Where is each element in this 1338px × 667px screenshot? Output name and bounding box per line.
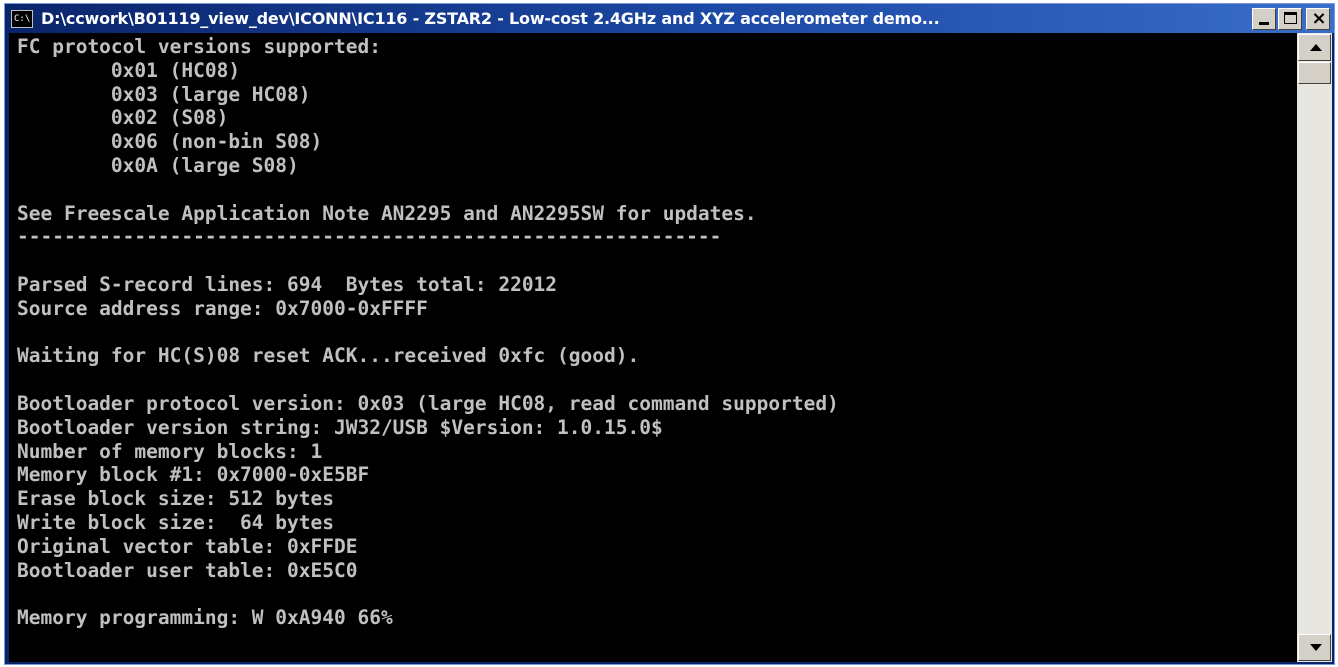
console-line: Bootloader protocol version: 0x03 (large…: [17, 391, 839, 415]
console-line: 0x06 (non-bin S08): [17, 130, 323, 154]
console-line: Write block size: 64 bytes: [17, 510, 334, 534]
close-button[interactable]: ×: [1306, 7, 1330, 30]
console-line: Bootloader user table: 0xE5C0: [17, 558, 358, 582]
console-line: Bootloader version string: JW32/USB $Ver…: [17, 415, 663, 439]
console-line: Original vector table: 0xFFDE: [17, 534, 358, 558]
console-line: See Freescale Application Note AN2295 an…: [17, 201, 757, 225]
console-line: 0x02 (S08): [17, 106, 229, 130]
console-text: FC protocol versions supported: 0x01 (HC…: [17, 35, 839, 630]
scroll-up-button[interactable]: [1298, 34, 1331, 61]
window-controls: ×: [1252, 7, 1330, 30]
console-line: Memory block #1: 0x7000-0xE5BF: [17, 463, 370, 487]
scroll-down-button[interactable]: [1298, 634, 1331, 661]
console-line: Waiting for HC(S)08 reset ACK...received…: [17, 344, 640, 368]
arrow-up-icon: [1310, 44, 1322, 51]
console-line: 0x03 (large HC08): [17, 82, 311, 106]
console-output[interactable]: FC protocol versions supported: 0x01 (HC…: [9, 33, 1297, 662]
console-line: Parsed S-record lines: 694 Bytes total: …: [17, 272, 558, 296]
console-line: FC protocol versions supported:: [17, 35, 381, 58]
title-bar[interactable]: C:\ D:\ccwork\B01119_view_dev\ICONN\IC11…: [5, 4, 1334, 33]
console-line: 0x01 (HC08): [17, 58, 241, 82]
console-line: Number of memory blocks: 1: [17, 439, 323, 463]
minimize-icon: [1259, 21, 1269, 25]
scroll-thumb[interactable]: [1298, 62, 1331, 84]
window-title: D:\ccwork\B01119_view_dev\ICONN\IC116 - …: [41, 9, 940, 28]
maximize-button[interactable]: [1278, 7, 1302, 30]
console-line: Memory programming: W 0xA940 66%: [17, 606, 393, 630]
arrow-down-icon: [1310, 644, 1322, 651]
console-line: 0x0A (large S08): [17, 153, 299, 177]
console-line: Source address range: 0x7000-0xFFFF: [17, 296, 428, 320]
minimize-button[interactable]: [1252, 7, 1276, 30]
maximize-icon: [1284, 11, 1297, 24]
console-line: ----------------------------------------…: [17, 225, 722, 249]
console-line: Erase block size: 512 bytes: [17, 487, 334, 511]
console-window: C:\ D:\ccwork\B01119_view_dev\ICONN\IC11…: [4, 3, 1335, 665]
vertical-scrollbar[interactable]: [1297, 33, 1332, 662]
console-icon[interactable]: C:\: [11, 9, 33, 28]
close-icon: ×: [1311, 7, 1327, 29]
